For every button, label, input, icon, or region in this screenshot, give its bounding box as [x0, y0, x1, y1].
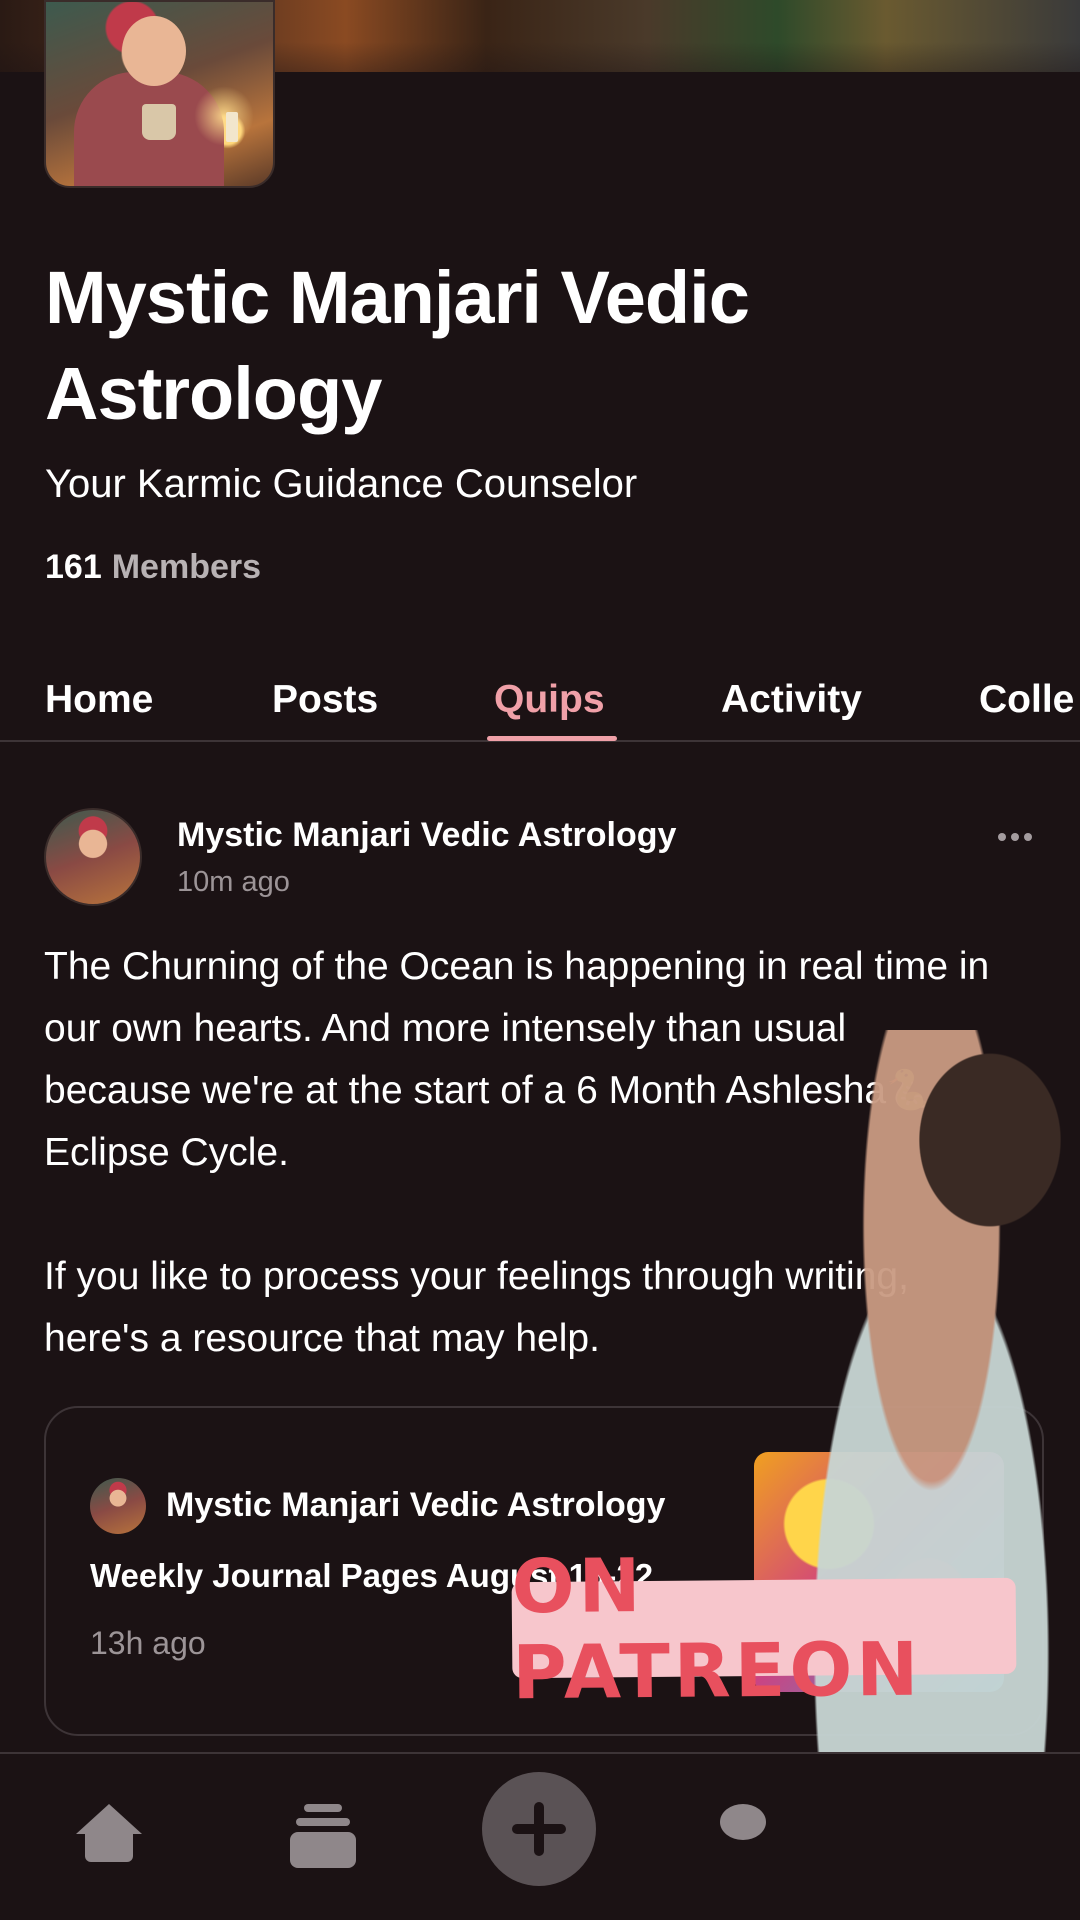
creator-tagline: Your Karmic Guidance Counselor — [45, 462, 638, 506]
on-patreon-sticker: ON PATREON — [511, 1543, 1017, 1716]
video-overlay-hair — [900, 1030, 1080, 1250]
member-count-value: 161 — [45, 548, 102, 586]
linked-post-author: Mystic Manjari Vedic Astrology — [166, 1486, 666, 1524]
library-icon[interactable] — [290, 1804, 356, 1868]
member-count: 161 Members — [45, 542, 261, 592]
tab-quips[interactable]: Quips — [494, 670, 605, 730]
more-options-icon[interactable] — [995, 822, 1035, 852]
tab-home[interactable]: Home — [45, 670, 153, 730]
bottom-nav — [0, 1752, 1080, 1920]
creator-avatar[interactable] — [44, 0, 275, 188]
chat-icon[interactable] — [720, 1804, 770, 1848]
tab-posts[interactable]: Posts — [272, 670, 378, 730]
member-count-label: Members — [111, 548, 262, 586]
tab-bar: Home Posts Quips Activity Colle — [0, 660, 1080, 742]
creator-name: Mystic Manjari Vedic Astrology — [45, 256, 750, 435]
linked-post-timestamp: 13h ago — [90, 1625, 206, 1661]
post-author-avatar[interactable] — [44, 808, 142, 906]
add-icon[interactable] — [482, 1772, 596, 1886]
post-author-name[interactable]: Mystic Manjari Vedic Astrology — [177, 810, 676, 860]
active-tab-indicator — [487, 736, 617, 741]
tab-activity[interactable]: Activity — [721, 670, 862, 730]
home-icon[interactable] — [76, 1804, 142, 1864]
post-timestamp: 10m ago — [177, 866, 290, 898]
linked-post-avatar — [90, 1478, 146, 1534]
tab-collections[interactable]: Colle — [979, 670, 1074, 730]
